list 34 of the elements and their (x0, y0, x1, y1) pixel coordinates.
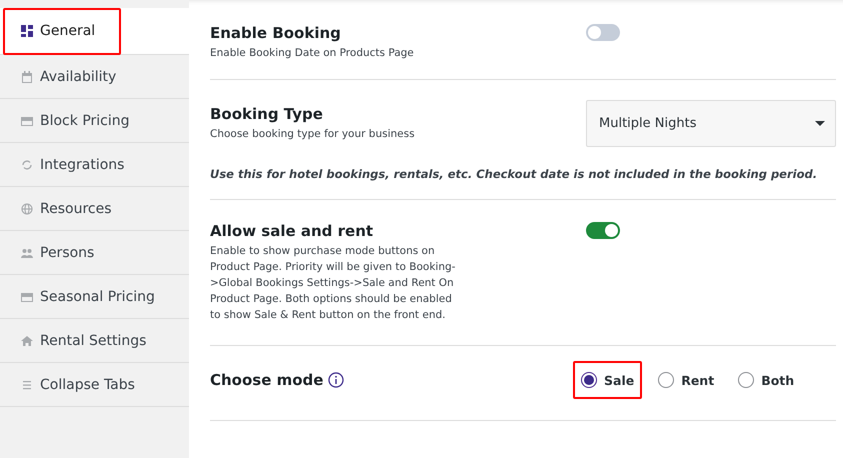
list-icon (21, 378, 33, 390)
setting-title: Enable Booking (210, 24, 342, 42)
people-icon (21, 246, 33, 258)
toggle-switch[interactable] (586, 222, 620, 239)
setting-description: Enable to show purchase mode buttons on Product Page. Priority will be given to Booking->Global Bookings Settings->Sale and Rent On Product Page. Both options should be enabled to show Sale & Rent button on the front end. (210, 244, 456, 323)
grid-icon (21, 25, 33, 37)
setting-title: Booking Type (210, 105, 324, 123)
dropdown-caret-icon (815, 121, 825, 126)
home-icon (21, 334, 33, 346)
sidebar-tab[interactable]: Block Pricing (0, 99, 189, 143)
setting-description: Choose booking type for your business (210, 127, 415, 142)
setting-title: Allow sale and rent (210, 222, 374, 240)
calendar-icon (21, 70, 33, 82)
info-icon[interactable] (328, 372, 344, 388)
sidebar-tab[interactable]: Persons (0, 231, 189, 275)
sidebar-tab[interactable]: Availability (0, 55, 189, 99)
card-icon (21, 290, 33, 302)
sync-icon (21, 158, 33, 170)
mode-radio-option[interactable]: Rent (650, 364, 722, 396)
toggle-switch[interactable] (586, 24, 620, 41)
setting-title: Choose mode (210, 371, 324, 389)
sidebar-tab[interactable]: Seasonal Pricing (0, 275, 189, 319)
booking-note: Use this for hotel bookings, rentals, etc. Checkout date is not included in the booking period. (210, 167, 818, 181)
sidebar-tab[interactable]: General (0, 8, 189, 55)
card-icon (21, 114, 33, 126)
setting-description: Enable Booking Date on Products Page (210, 46, 414, 61)
mode-radio-option[interactable]: Sale (573, 364, 642, 396)
sidebar-tab[interactable]: Integrations (0, 143, 189, 187)
sidebar-tab[interactable]: Collapse Tabs (0, 363, 189, 407)
sidebar-tab[interactable]: Rental Settings (0, 319, 189, 363)
booking-type-select[interactable]: Multiple Nights (586, 100, 836, 147)
sidebar-tab[interactable]: Resources (0, 187, 189, 231)
mode-radio-option[interactable]: Both (730, 364, 802, 396)
globe-icon (21, 202, 33, 214)
